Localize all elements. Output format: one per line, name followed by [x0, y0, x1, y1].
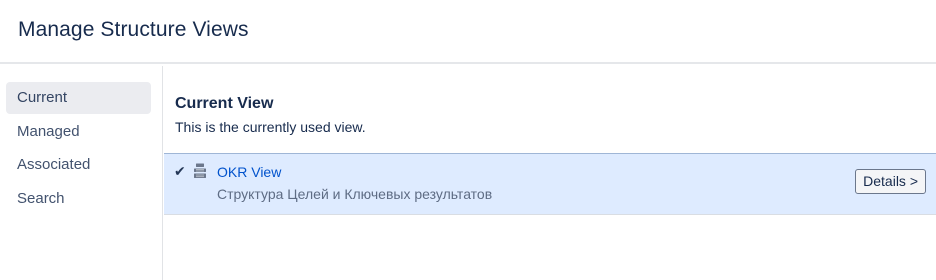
- manage-views-dialog: Manage Structure Views Current Managed A…: [0, 0, 936, 280]
- sidebar-nav: Current Managed Associated Search: [0, 66, 163, 280]
- view-description: Структура Целей и Ключевых результатов: [217, 186, 493, 202]
- section-title: Current View: [175, 95, 274, 112]
- main-content: Current View This is the currently used …: [164, 66, 936, 280]
- structure-view-icon: [192, 163, 208, 179]
- dialog-title: Manage Structure Views: [18, 18, 249, 41]
- details-button[interactable]: Details >: [855, 169, 926, 194]
- current-view-row[interactable]: ✔ OKR View Структура Целей и Ключевых ре…: [164, 153, 936, 215]
- dialog-header: Manage Structure Views: [0, 0, 936, 64]
- sidebar-item-managed[interactable]: Managed: [6, 116, 151, 148]
- checkmark-icon: ✔: [174, 163, 186, 179]
- sidebar-item-current[interactable]: Current: [6, 82, 151, 114]
- sidebar-item-associated[interactable]: Associated: [6, 149, 151, 181]
- view-name-link[interactable]: OKR View: [217, 164, 281, 180]
- sidebar-item-search[interactable]: Search: [6, 183, 151, 215]
- section-description: This is the currently used view.: [175, 119, 366, 135]
